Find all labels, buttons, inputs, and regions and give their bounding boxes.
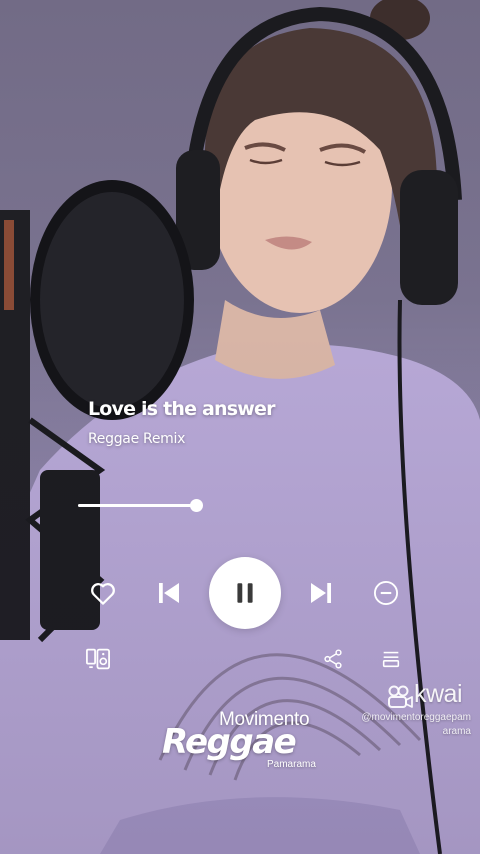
video-frame: Love is the answer Reggae Remix Moviment…	[0, 0, 480, 854]
kwai-logo-icon	[388, 685, 413, 708]
heart-icon	[91, 583, 115, 605]
track-subtitle: Reggae Remix	[88, 431, 186, 447]
skip-previous-icon	[159, 583, 179, 603]
pause-icon	[237, 583, 253, 603]
next-track-button[interactable]	[306, 578, 336, 608]
minus-circle-icon	[373, 580, 399, 606]
progress-bar[interactable]	[78, 499, 203, 512]
progress-fill	[78, 504, 196, 507]
brand-logo-line3: Pamarama	[267, 759, 316, 770]
share-button[interactable]	[320, 646, 346, 672]
queue-button[interactable]	[378, 646, 404, 672]
remove-button[interactable]	[372, 579, 400, 607]
kwai-user-handle: @movimentoreggaepamarama	[361, 712, 471, 737]
track-title: Love is the answer	[88, 398, 275, 420]
share-icon	[324, 649, 342, 669]
queue-icon	[382, 651, 400, 668]
pause-button[interactable]	[209, 557, 281, 629]
like-button[interactable]	[88, 578, 118, 608]
brand-logo-line2: Reggae	[162, 722, 297, 762]
connect-device-button[interactable]	[84, 645, 112, 673]
devices-speaker-icon	[86, 648, 110, 670]
skip-next-icon	[311, 583, 331, 603]
progress-thumb[interactable]	[190, 499, 203, 512]
previous-track-button[interactable]	[154, 578, 184, 608]
kwai-wordmark: kwai	[414, 680, 463, 708]
